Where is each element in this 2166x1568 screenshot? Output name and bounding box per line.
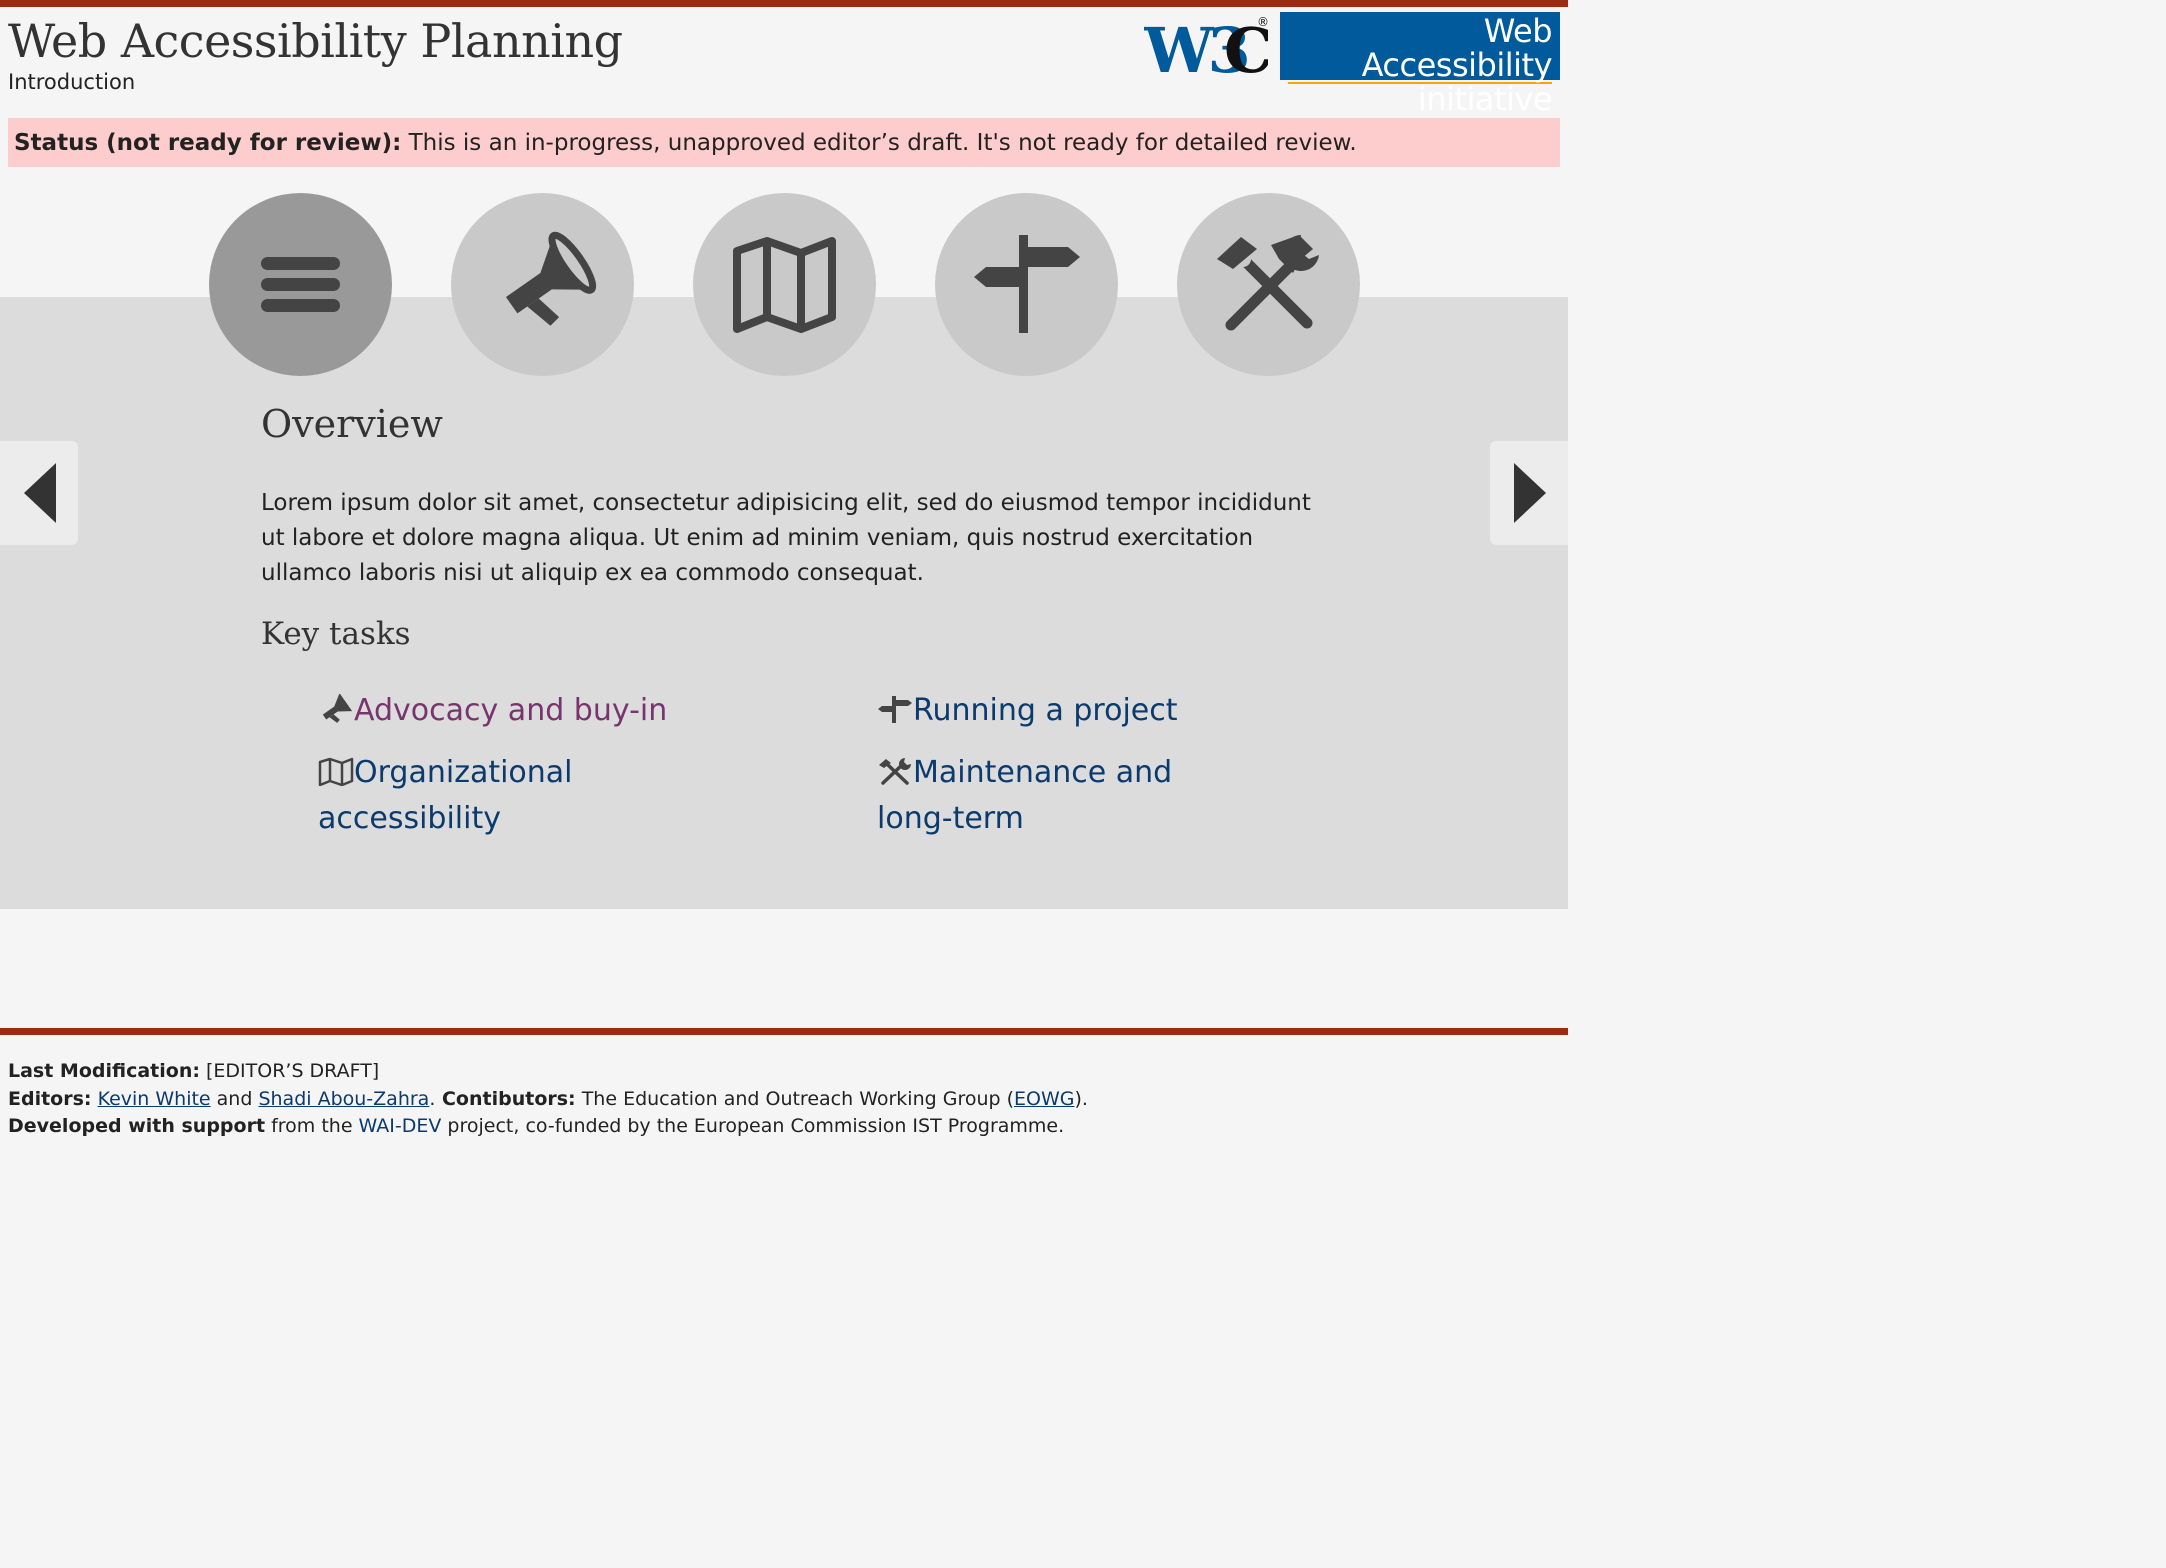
- contributors-text: The Education and Outreach Working Group…: [575, 1087, 1015, 1110]
- tools-icon: [879, 758, 911, 785]
- task-link-organizational[interactable]: Organizational accessibility: [318, 750, 573, 842]
- footer-editors: Editors: Kevin White and Shadi Abou-Zahr…: [8, 1086, 1088, 1114]
- map-icon: [733, 237, 836, 333]
- footer-last-modification: Last Modification: [EDITOR’S DRAFT]: [8, 1058, 1088, 1086]
- task-label-line2: long-term: [877, 801, 1024, 836]
- wai-logo[interactable]: Web Accessibility initiative: [1280, 12, 1560, 115]
- map-icon: [318, 757, 354, 786]
- tab-advocacy[interactable]: [451, 193, 634, 376]
- tab-maintenance[interactable]: [1177, 193, 1360, 376]
- task-link-advocacy[interactable]: Advocacy and buy-in: [318, 688, 667, 734]
- task-label-line2: accessibility: [318, 801, 501, 836]
- page-subtitle: Introduction: [8, 70, 136, 94]
- w3c-logo[interactable]: W3 C ®: [1144, 12, 1268, 82]
- arrow-right-icon: [1514, 463, 1546, 523]
- support-text: from the: [265, 1115, 359, 1137]
- contributors-label: Contibutors:: [435, 1087, 576, 1110]
- task-label-line1: Maintenance and: [913, 755, 1173, 790]
- top-accent-bar: [0, 0, 1568, 7]
- wai-logo-line2: initiative: [1417, 80, 1553, 118]
- tab-organizational[interactable]: [693, 193, 876, 376]
- page-title: Web Accessibility Planning: [8, 14, 623, 68]
- panel-description: Lorem ipsum dolor sit amet, consectetur …: [261, 490, 1311, 586]
- status-text: This is an in-progress, unapproved edito…: [401, 130, 1357, 156]
- content-panel: [0, 297, 1568, 909]
- wai-logo-line1: Web Accessibility: [1288, 12, 1553, 84]
- task-label: Advocacy and buy-in: [354, 693, 668, 728]
- panel-heading: Overview: [261, 402, 443, 446]
- support-text-end: project, co-funded by the European Commi…: [441, 1115, 1065, 1137]
- menu-icon: [261, 257, 340, 312]
- last-mod-label: Last Modification:: [8, 1060, 200, 1082]
- footer: Last Modification: [EDITOR’S DRAFT] Edit…: [8, 1058, 1088, 1141]
- status-banner: Status (not ready for review): This is a…: [8, 118, 1560, 167]
- megaphone-icon: [322, 694, 353, 723]
- status-label: Status (not ready for review):: [14, 130, 402, 156]
- task-label-line1: Organizational: [354, 755, 573, 790]
- arrow-left-icon: [24, 463, 56, 523]
- next-slide-button[interactable]: [1490, 441, 1568, 545]
- task-link-maintenance[interactable]: Maintenance and long-term: [877, 750, 1172, 842]
- wai-dev-link[interactable]: WAI-DEV: [359, 1115, 442, 1137]
- footer-support: Developed with support from the WAI-DEV …: [8, 1113, 1088, 1141]
- megaphone-icon: [505, 231, 597, 326]
- tab-running-project[interactable]: [935, 193, 1118, 376]
- editor-link-kevin-white[interactable]: Kevin White: [98, 1088, 211, 1110]
- editors-label: Editors:: [8, 1087, 92, 1110]
- close-text: ).: [1074, 1087, 1088, 1110]
- signpost-icon: [878, 696, 912, 723]
- key-tasks-heading: Key tasks: [261, 616, 411, 652]
- editor-link-shadi-abou-zahra[interactable]: Shadi Abou-Zahra: [258, 1088, 429, 1110]
- task-label: Running a project: [913, 693, 1178, 728]
- tools-icon: [1217, 235, 1319, 331]
- footer-accent-bar: [0, 1028, 1568, 1035]
- svg-text:®: ®: [1257, 15, 1268, 29]
- support-label: Developed with support: [8, 1115, 266, 1137]
- previous-slide-button[interactable]: [0, 441, 78, 545]
- and-text: and: [210, 1087, 259, 1110]
- eowg-link[interactable]: EOWG: [1014, 1088, 1074, 1110]
- last-mod-value: [EDITOR’S DRAFT]: [199, 1060, 380, 1082]
- tab-overview[interactable]: [209, 193, 392, 376]
- signpost-icon: [974, 235, 1080, 333]
- task-link-running-project[interactable]: Running a project: [877, 688, 1178, 734]
